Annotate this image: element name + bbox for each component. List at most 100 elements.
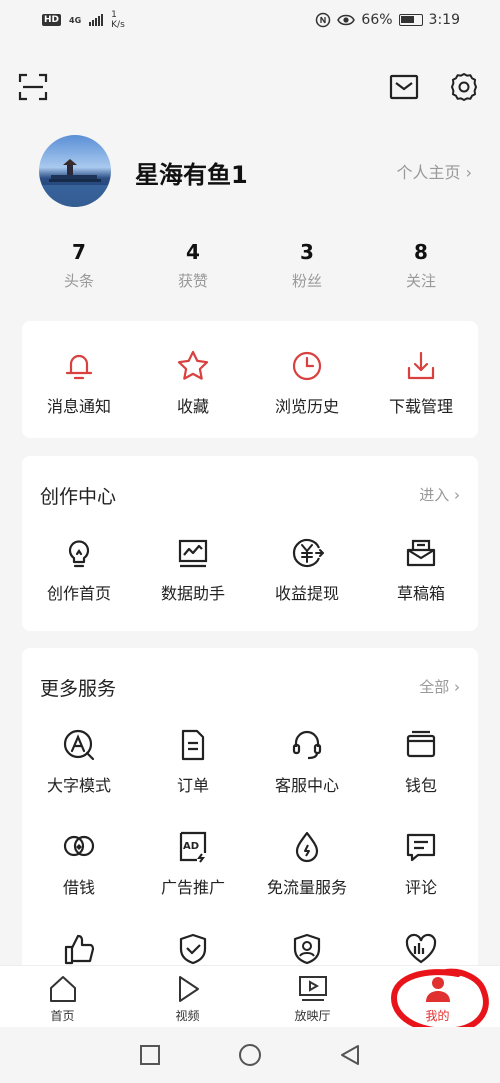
service-item-partial[interactable] — [136, 932, 250, 966]
system-nav-bar — [0, 1027, 500, 1083]
stat-following[interactable]: 8 关注 — [364, 240, 478, 300]
service-label: 钱包 — [404, 776, 437, 795]
stats-row: 7 头条 4 获赞 3 粉丝 8 关注 — [22, 240, 478, 300]
stat-followers[interactable]: 3 粉丝 — [250, 240, 364, 300]
ad-promotion-item[interactable]: AD 广告推广 — [136, 830, 250, 898]
stat-headlines[interactable]: 7 头条 — [22, 240, 136, 300]
quick-action-label: 浏览历史 — [274, 397, 339, 416]
tab-label: 放映厅 — [294, 1009, 331, 1023]
tab-label: 我的 — [425, 1009, 450, 1023]
more-services-all-link[interactable]: 全部 › — [419, 676, 460, 697]
comments-item[interactable]: 评论 — [364, 830, 478, 898]
avatar[interactable] — [39, 135, 111, 207]
service-label: 订单 — [176, 776, 209, 795]
stat-label: 粉丝 — [291, 272, 322, 290]
large-text-icon — [63, 729, 95, 761]
quick-actions-row: 消息通知 收藏 浏览历史 下载管理 — [22, 349, 478, 417]
net-speed-value: 1 — [111, 10, 117, 20]
more-services-title: 更多服务 — [40, 678, 117, 700]
lightbulb-icon — [68, 540, 90, 568]
username[interactable]: 星海有鱼1 — [135, 155, 248, 190]
bottom-tab-bar: 首页 视频 放映厅 我的 — [0, 965, 500, 1027]
comment-icon — [406, 833, 436, 862]
loan-item[interactable]: 借钱 — [22, 830, 136, 898]
tab-label: 视频 — [175, 1009, 200, 1023]
tab-home[interactable]: 首页 — [0, 966, 125, 1027]
net-speed-unit: K/s — [111, 20, 125, 30]
hd-badge: HD — [42, 14, 62, 26]
creation-center-card: 创作中心 进入 › 创作首页 数据助手 收益提现 草稿箱 — [22, 456, 478, 631]
tab-me[interactable]: 我的 — [375, 966, 500, 1027]
creation-home-item[interactable]: 创作首页 — [22, 536, 136, 604]
eye-icon — [337, 14, 356, 26]
status-right: 66% 3:19 — [315, 12, 460, 28]
download-icon — [407, 351, 435, 380]
service-item-partial[interactable] — [364, 932, 478, 966]
video-icon — [178, 976, 199, 1002]
tab-label: 首页 — [50, 1009, 75, 1023]
stat-likes[interactable]: 4 获赞 — [136, 240, 250, 300]
user-icon — [425, 977, 450, 1002]
service-label: 评论 — [404, 878, 437, 897]
quick-action-downloads[interactable]: 下载管理 — [364, 349, 478, 417]
creation-center-title: 创作中心 — [40, 486, 117, 508]
stat-label: 头条 — [63, 272, 94, 290]
services-row-2: 借钱 AD 广告推广 免流量服务 评论 — [22, 830, 478, 898]
stat-label: 关注 — [405, 272, 436, 290]
home-icon — [49, 976, 76, 1002]
quick-action-label: 收藏 — [176, 397, 209, 416]
heart-chart-icon — [405, 933, 437, 964]
wallet-item[interactable]: 钱包 — [364, 728, 478, 796]
user-shield-icon — [293, 933, 321, 965]
mail-icon[interactable] — [389, 72, 419, 102]
stat-value: 8 — [414, 240, 428, 264]
clock-time: 3:19 — [428, 12, 460, 28]
battery-percent: 66% — [361, 12, 393, 28]
services-row-3 — [22, 932, 478, 966]
recents-icon[interactable] — [139, 1044, 161, 1066]
home-button-icon[interactable] — [238, 1043, 262, 1067]
large-text-mode-item[interactable]: 大字模式 — [22, 728, 136, 796]
stat-label: 获赞 — [177, 272, 208, 290]
gear-icon[interactable] — [448, 71, 480, 103]
nfc-icon — [316, 12, 331, 28]
scan-icon[interactable] — [18, 72, 48, 102]
wallet-icon — [406, 730, 436, 758]
drafts-icon — [406, 539, 436, 567]
star-icon — [177, 350, 209, 380]
status-left: HD 4G 1 K/s — [42, 10, 125, 30]
creation-item-label: 收益提现 — [274, 584, 339, 603]
back-icon[interactable] — [339, 1044, 361, 1066]
quick-action-history[interactable]: 浏览历史 — [250, 349, 364, 417]
service-item-partial[interactable] — [22, 932, 136, 966]
quick-action-notifications[interactable]: 消息通知 — [22, 349, 136, 417]
order-icon — [181, 729, 205, 761]
orders-item[interactable]: 订单 — [136, 728, 250, 796]
quick-action-label: 下载管理 — [388, 397, 453, 416]
ad-icon: AD — [179, 831, 207, 863]
homepage-link[interactable]: 个人主页 › — [397, 159, 473, 183]
tab-theater[interactable]: 放映厅 — [250, 966, 375, 1027]
bell-icon — [65, 354, 93, 380]
earnings-withdraw-item[interactable]: 收益提现 — [250, 536, 364, 604]
service-item-partial[interactable] — [250, 932, 364, 966]
data-assistant-item[interactable]: 数据助手 — [136, 536, 250, 604]
drafts-item[interactable]: 草稿箱 — [364, 536, 478, 604]
data-free-icon — [295, 831, 319, 863]
signal-icon — [89, 14, 104, 26]
creation-center-enter-link[interactable]: 进入 › — [419, 484, 460, 505]
yuan-icon — [292, 538, 324, 568]
shield-check-icon — [179, 933, 207, 965]
creation-item-label: 创作首页 — [46, 584, 111, 603]
creation-item-label: 草稿箱 — [396, 584, 445, 603]
net-speed: 1 K/s — [111, 10, 125, 30]
quick-action-favorites[interactable]: 收藏 — [136, 349, 250, 417]
tab-video[interactable]: 视频 — [125, 966, 250, 1027]
chart-icon — [178, 539, 208, 568]
data-free-service-item[interactable]: 免流量服务 — [250, 830, 364, 898]
profile-section: 星海有鱼1 个人主页 › — [0, 135, 500, 210]
customer-service-item[interactable]: 客服中心 — [250, 728, 364, 796]
headset-icon — [292, 730, 322, 760]
service-label: 免流量服务 — [266, 878, 347, 897]
network-type: 4G — [69, 15, 82, 25]
